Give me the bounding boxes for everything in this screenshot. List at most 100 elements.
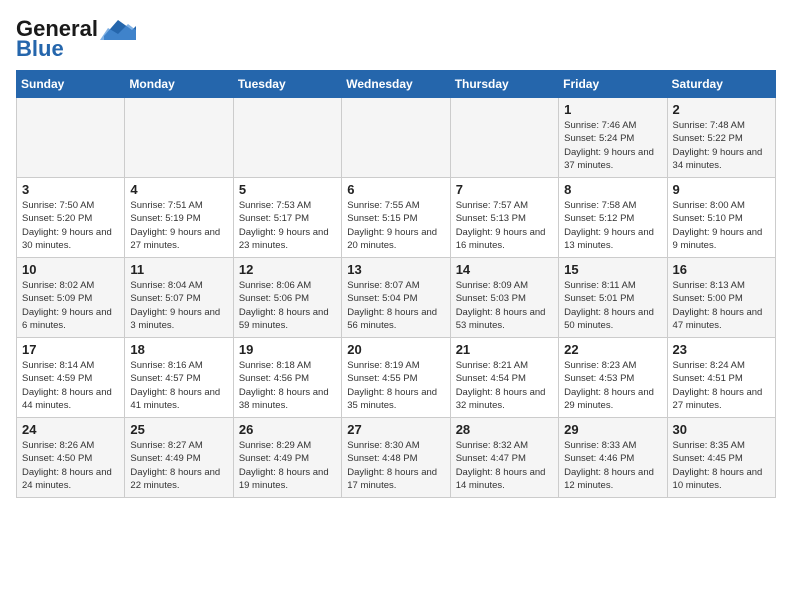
day-info: Sunrise: 8:35 AM Sunset: 4:45 PM Dayligh… bbox=[673, 439, 770, 492]
calendar-cell: 9 Sunrise: 8:00 AM Sunset: 5:10 PM Daylig… bbox=[667, 178, 775, 258]
day-info: Sunrise: 8:16 AM Sunset: 4:57 PM Dayligh… bbox=[130, 359, 227, 412]
calendar-cell: 19Sunrise: 8:18 AM Sunset: 4:56 PM Dayli… bbox=[233, 338, 341, 418]
calendar-cell bbox=[233, 98, 341, 178]
day-info: Sunrise: 8:02 AM Sunset: 5:09 PM Dayligh… bbox=[22, 279, 119, 332]
day-info: Sunrise: 8:33 AM Sunset: 4:46 PM Dayligh… bbox=[564, 439, 661, 492]
calendar-cell: 25Sunrise: 8:27 AM Sunset: 4:49 PM Dayli… bbox=[125, 418, 233, 498]
calendar-cell: 3 Sunrise: 7:50 AM Sunset: 5:20 PM Daylig… bbox=[17, 178, 125, 258]
day-number: 22 bbox=[564, 342, 661, 357]
calendar-cell: 13Sunrise: 8:07 AM Sunset: 5:04 PM Dayli… bbox=[342, 258, 450, 338]
day-info: Sunrise: 8:06 AM Sunset: 5:06 PM Dayligh… bbox=[239, 279, 336, 332]
calendar-cell bbox=[450, 98, 558, 178]
logo: General Blue bbox=[16, 16, 136, 62]
day-number: 24 bbox=[22, 422, 119, 437]
calendar-cell: 7 Sunrise: 7:57 AM Sunset: 5:13 PM Daylig… bbox=[450, 178, 558, 258]
day-info: Sunrise: 8:32 AM Sunset: 4:47 PM Dayligh… bbox=[456, 439, 553, 492]
calendar-header-monday: Monday bbox=[125, 71, 233, 98]
day-number: 11 bbox=[130, 262, 227, 277]
calendar-cell: 8 Sunrise: 7:58 AM Sunset: 5:12 PM Daylig… bbox=[559, 178, 667, 258]
day-number: 13 bbox=[347, 262, 444, 277]
day-info: Sunrise: 8:21 AM Sunset: 4:54 PM Dayligh… bbox=[456, 359, 553, 412]
calendar-header-tuesday: Tuesday bbox=[233, 71, 341, 98]
calendar-cell: 5 Sunrise: 7:53 AM Sunset: 5:17 PM Daylig… bbox=[233, 178, 341, 258]
calendar-cell: 10 Sunrise: 8:02 AM Sunset: 5:09 PM Dayli… bbox=[17, 258, 125, 338]
calendar-cell: 28 Sunrise: 8:32 AM Sunset: 4:47 PM Dayli… bbox=[450, 418, 558, 498]
calendar-week-row: 10 Sunrise: 8:02 AM Sunset: 5:09 PM Dayli… bbox=[17, 258, 776, 338]
day-info: Sunrise: 7:55 AM Sunset: 5:15 PM Dayligh… bbox=[347, 199, 444, 252]
calendar-table: SundayMondayTuesdayWednesdayThursdayFrid… bbox=[16, 70, 776, 498]
day-info: Sunrise: 8:14 AM Sunset: 4:59 PM Dayligh… bbox=[22, 359, 119, 412]
calendar-cell: 14Sunrise: 8:09 AM Sunset: 5:03 PM Dayli… bbox=[450, 258, 558, 338]
day-number: 18 bbox=[130, 342, 227, 357]
day-number: 1 bbox=[564, 102, 661, 117]
calendar-cell: 21 Sunrise: 8:21 AM Sunset: 4:54 PM Dayli… bbox=[450, 338, 558, 418]
page-header: General Blue bbox=[16, 16, 776, 62]
calendar-cell: 24 Sunrise: 8:26 AM Sunset: 4:50 PM Dayli… bbox=[17, 418, 125, 498]
day-number: 30 bbox=[673, 422, 770, 437]
day-number: 26 bbox=[239, 422, 336, 437]
calendar-cell bbox=[342, 98, 450, 178]
calendar-cell: 26Sunrise: 8:29 AM Sunset: 4:49 PM Dayli… bbox=[233, 418, 341, 498]
day-number: 27 bbox=[347, 422, 444, 437]
day-number: 21 bbox=[456, 342, 553, 357]
day-number: 8 bbox=[564, 182, 661, 197]
calendar-week-row: 17 Sunrise: 8:14 AM Sunset: 4:59 PM Dayli… bbox=[17, 338, 776, 418]
day-number: 19 bbox=[239, 342, 336, 357]
day-info: Sunrise: 7:57 AM Sunset: 5:13 PM Dayligh… bbox=[456, 199, 553, 252]
day-number: 3 bbox=[22, 182, 119, 197]
day-info: Sunrise: 7:53 AM Sunset: 5:17 PM Dayligh… bbox=[239, 199, 336, 252]
calendar-header-wednesday: Wednesday bbox=[342, 71, 450, 98]
day-info: Sunrise: 8:00 AM Sunset: 5:10 PM Dayligh… bbox=[673, 199, 770, 252]
day-number: 5 bbox=[239, 182, 336, 197]
calendar-cell: 15Sunrise: 8:11 AM Sunset: 5:01 PM Dayli… bbox=[559, 258, 667, 338]
calendar-cell: 1 Sunrise: 7:46 AM Sunset: 5:24 PM Daylig… bbox=[559, 98, 667, 178]
day-number: 7 bbox=[456, 182, 553, 197]
day-number: 29 bbox=[564, 422, 661, 437]
calendar-week-row: 24 Sunrise: 8:26 AM Sunset: 4:50 PM Dayli… bbox=[17, 418, 776, 498]
day-info: Sunrise: 8:30 AM Sunset: 4:48 PM Dayligh… bbox=[347, 439, 444, 492]
day-number: 6 bbox=[347, 182, 444, 197]
calendar-cell: 23 Sunrise: 8:24 AM Sunset: 4:51 PM Dayli… bbox=[667, 338, 775, 418]
calendar-cell: 17 Sunrise: 8:14 AM Sunset: 4:59 PM Dayli… bbox=[17, 338, 125, 418]
day-info: Sunrise: 8:26 AM Sunset: 4:50 PM Dayligh… bbox=[22, 439, 119, 492]
calendar-cell bbox=[17, 98, 125, 178]
day-number: 28 bbox=[456, 422, 553, 437]
day-info: Sunrise: 8:13 AM Sunset: 5:00 PM Dayligh… bbox=[673, 279, 770, 332]
calendar-cell: 30 Sunrise: 8:35 AM Sunset: 4:45 PM Dayli… bbox=[667, 418, 775, 498]
day-number: 15 bbox=[564, 262, 661, 277]
day-info: Sunrise: 8:23 AM Sunset: 4:53 PM Dayligh… bbox=[564, 359, 661, 412]
calendar-header-row: SundayMondayTuesdayWednesdayThursdayFrid… bbox=[17, 71, 776, 98]
calendar-cell: 29 Sunrise: 8:33 AM Sunset: 4:46 PM Dayli… bbox=[559, 418, 667, 498]
calendar-week-row: 3 Sunrise: 7:50 AM Sunset: 5:20 PM Daylig… bbox=[17, 178, 776, 258]
day-info: Sunrise: 8:09 AM Sunset: 5:03 PM Dayligh… bbox=[456, 279, 553, 332]
calendar-cell: 4Sunrise: 7:51 AM Sunset: 5:19 PM Daylig… bbox=[125, 178, 233, 258]
calendar-header-saturday: Saturday bbox=[667, 71, 775, 98]
calendar-cell: 22 Sunrise: 8:23 AM Sunset: 4:53 PM Dayli… bbox=[559, 338, 667, 418]
day-info: Sunrise: 7:58 AM Sunset: 5:12 PM Dayligh… bbox=[564, 199, 661, 252]
calendar-header-friday: Friday bbox=[559, 71, 667, 98]
day-number: 17 bbox=[22, 342, 119, 357]
day-number: 10 bbox=[22, 262, 119, 277]
day-number: 12 bbox=[239, 262, 336, 277]
logo-icon bbox=[100, 18, 136, 40]
day-info: Sunrise: 8:24 AM Sunset: 4:51 PM Dayligh… bbox=[673, 359, 770, 412]
calendar-cell: 2Sunrise: 7:48 AM Sunset: 5:22 PM Daylig… bbox=[667, 98, 775, 178]
logo-blue-text: Blue bbox=[16, 36, 64, 62]
calendar-cell: 11 Sunrise: 8:04 AM Sunset: 5:07 PM Dayli… bbox=[125, 258, 233, 338]
day-number: 16 bbox=[673, 262, 770, 277]
day-info: Sunrise: 8:19 AM Sunset: 4:55 PM Dayligh… bbox=[347, 359, 444, 412]
calendar-header-thursday: Thursday bbox=[450, 71, 558, 98]
calendar-cell: 12 Sunrise: 8:06 AM Sunset: 5:06 PM Dayli… bbox=[233, 258, 341, 338]
day-number: 23 bbox=[673, 342, 770, 357]
calendar-cell: 6 Sunrise: 7:55 AM Sunset: 5:15 PM Daylig… bbox=[342, 178, 450, 258]
day-info: Sunrise: 7:51 AM Sunset: 5:19 PM Dayligh… bbox=[130, 199, 227, 252]
day-info: Sunrise: 7:48 AM Sunset: 5:22 PM Dayligh… bbox=[673, 119, 770, 172]
day-number: 9 bbox=[673, 182, 770, 197]
day-info: Sunrise: 7:46 AM Sunset: 5:24 PM Dayligh… bbox=[564, 119, 661, 172]
day-number: 25 bbox=[130, 422, 227, 437]
day-info: Sunrise: 7:50 AM Sunset: 5:20 PM Dayligh… bbox=[22, 199, 119, 252]
calendar-cell: 18 Sunrise: 8:16 AM Sunset: 4:57 PM Dayli… bbox=[125, 338, 233, 418]
calendar-cell bbox=[125, 98, 233, 178]
day-number: 20 bbox=[347, 342, 444, 357]
day-info: Sunrise: 8:04 AM Sunset: 5:07 PM Dayligh… bbox=[130, 279, 227, 332]
